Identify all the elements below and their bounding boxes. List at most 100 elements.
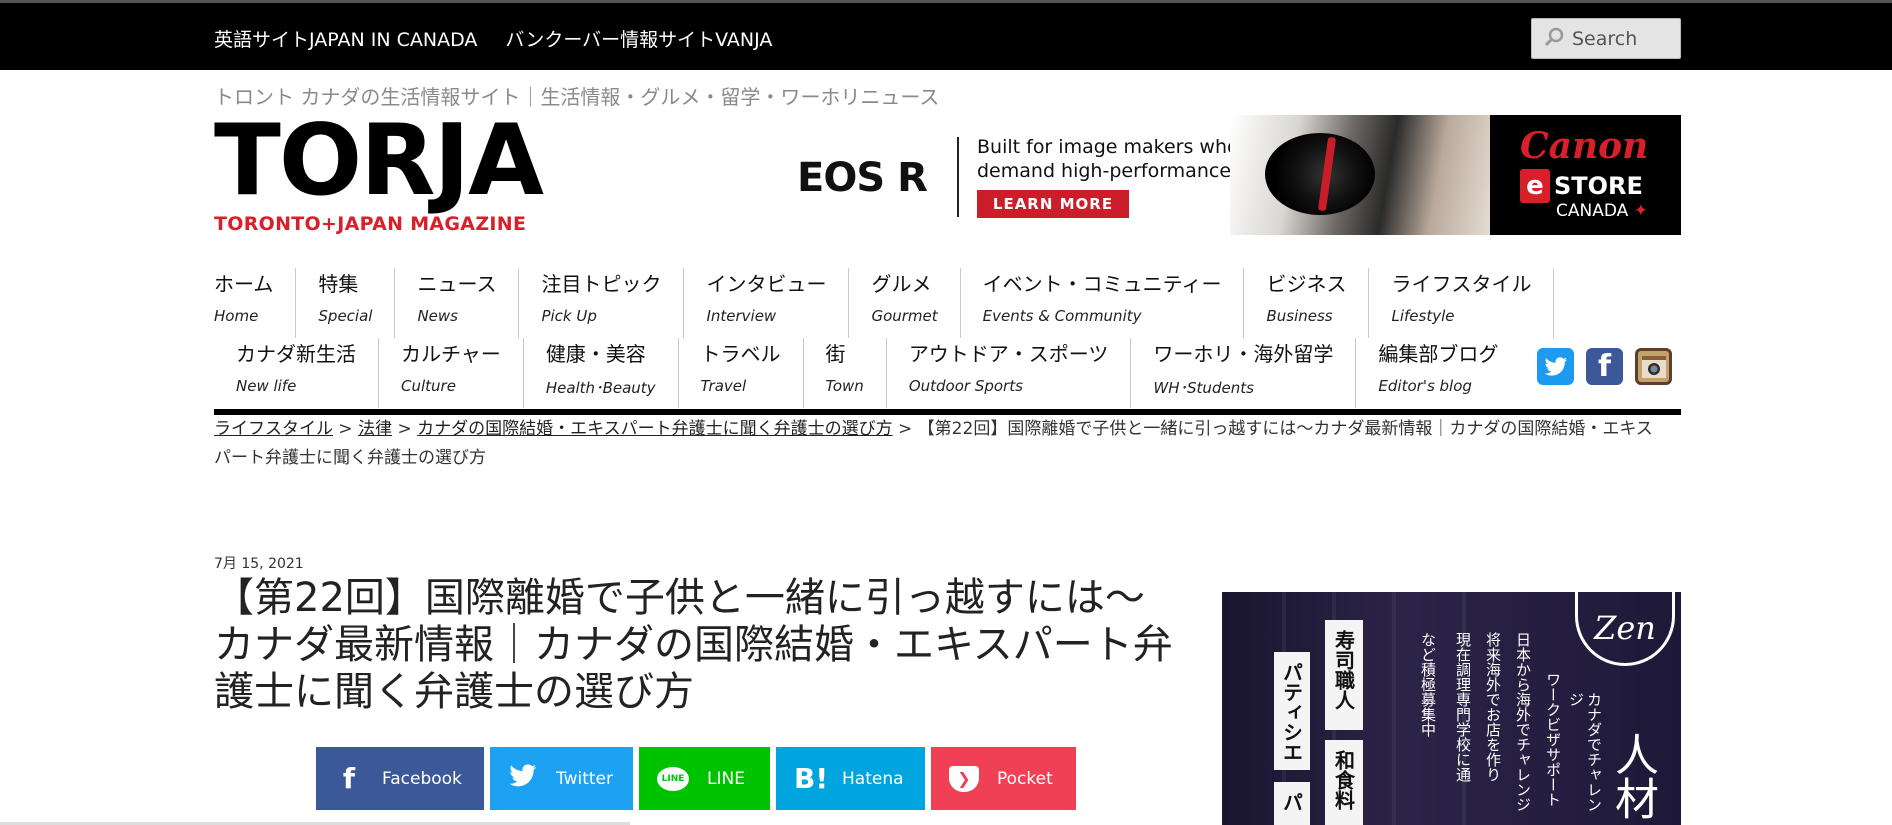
- nav-label-en: Special: [318, 307, 373, 325]
- estore-label: STORE: [1554, 172, 1643, 200]
- nav-item-pickup[interactable]: 注目トピック Pick Up: [519, 268, 685, 338]
- nav-item-business[interactable]: ビジネス Business: [1244, 268, 1370, 338]
- nav-item-outdoor-sports[interactable]: アウトドア・スポーツ Outdoor Sports: [887, 338, 1132, 408]
- nav-label-en: Outdoor Sports: [908, 377, 1023, 395]
- main-nav-row-2: カナダ新生活 New life カルチャー Culture 健康・美容 Health･…: [214, 338, 1681, 408]
- top-link-vanja[interactable]: バンクーバー情報サイトVANJA: [505, 25, 772, 52]
- ad-divider: [957, 137, 959, 217]
- nav-label-ja: 街: [825, 342, 846, 366]
- facebook-icon: f: [342, 762, 356, 795]
- breadcrumb-separator: >: [898, 419, 913, 439]
- nav-item-interview[interactable]: インタビュー Interview: [684, 268, 850, 338]
- learn-more-button[interactable]: LEARN MORE: [977, 190, 1129, 218]
- share-label: Twitter: [556, 768, 613, 789]
- canon-logo: Canon: [1520, 125, 1649, 167]
- ad-country-label: CANADA: [1556, 201, 1629, 221]
- share-line-button[interactable]: LINE LINE: [639, 747, 770, 810]
- ad-card: パ: [1274, 782, 1310, 825]
- zen-logo: Zen: [1575, 592, 1675, 666]
- nav-label-ja: インタビュー: [706, 272, 827, 296]
- ad-card: パティシエ: [1274, 652, 1310, 770]
- nav-item-health-beauty[interactable]: 健康・美容 Health･Beauty: [524, 338, 679, 408]
- social-links: f: [1537, 348, 1672, 385]
- nav-label-en: Business: [1266, 307, 1333, 325]
- nav-label-en: Town: [825, 377, 864, 395]
- ad-headline: 人材: [1607, 732, 1658, 820]
- nav-item-new-life[interactable]: カナダ新生活 New life: [214, 338, 379, 408]
- ad-tagline-vertical: ワークビザサポート: [1544, 672, 1562, 807]
- share-label: LINE: [707, 768, 745, 789]
- nav-label-en: Events & Community: [982, 307, 1142, 325]
- ad-card: 寿司職人: [1325, 620, 1363, 730]
- nav-label-ja: 特集: [318, 272, 359, 296]
- nav-label-en: WH･Students: [1153, 379, 1254, 397]
- nav-label-en: Lifestyle: [1391, 307, 1455, 325]
- search-box[interactable]: [1531, 18, 1681, 59]
- nav-label-en: Gourmet: [871, 307, 938, 325]
- share-facebook-button[interactable]: f Facebook: [316, 747, 484, 810]
- nav-item-news[interactable]: ニュース News: [395, 268, 520, 338]
- search-input[interactable]: [1572, 27, 1672, 50]
- ad-country: CANADA ✦: [1556, 201, 1648, 221]
- share-buttons: f Facebook Twitter LINE LINE B! Hatena ❯…: [316, 747, 1076, 810]
- breadcrumb: ライフスタイル > 法律 > カナダの国際結婚・エキスパート弁護士に聞く弁護士の…: [214, 415, 1664, 473]
- nav-item-culture[interactable]: カルチャー Culture: [379, 338, 524, 408]
- banner-ad[interactable]: EOS R Built for image makers who demand …: [785, 115, 1681, 235]
- ad-tagline-vertical: カナダでチャレンジ: [1567, 692, 1603, 812]
- nav-label-ja: アウトドア・スポーツ: [908, 342, 1109, 366]
- share-hatena-button[interactable]: B! Hatena: [776, 747, 925, 810]
- nav-item-wh-students[interactable]: ワーホリ・海外留学 WH･Students: [1131, 338, 1357, 408]
- search-icon: [1544, 27, 1564, 51]
- site-logo[interactable]: TORJA TORONTO+JAPAN MAGAZINE: [214, 104, 559, 235]
- nav-label-ja: カルチャー: [401, 342, 501, 366]
- instagram-icon[interactable]: [1635, 348, 1672, 385]
- nav-label-en: New life: [236, 377, 297, 395]
- share-label: Pocket: [997, 768, 1053, 789]
- nav-item-town[interactable]: 街 Town: [804, 338, 887, 408]
- ad-card: 和食料: [1325, 740, 1363, 825]
- nav-label-ja: ニュース: [417, 272, 497, 296]
- nav-item-travel[interactable]: トラベル Travel: [679, 338, 804, 408]
- facebook-icon[interactable]: f: [1586, 348, 1623, 385]
- share-twitter-button[interactable]: Twitter: [490, 747, 633, 810]
- nav-label-en: Editor's blog: [1378, 377, 1472, 395]
- twitter-icon[interactable]: [1537, 348, 1574, 385]
- nav-label-ja: カナダ新生活: [236, 342, 356, 366]
- breadcrumb-link-law[interactable]: 法律: [358, 419, 392, 439]
- ad-check-text: 将来海外でお店を作り: [1484, 632, 1502, 782]
- top-links: 英語サイトJAPAN IN CANADA バンクーバー情報サイトVANJA: [214, 25, 772, 52]
- logo-wordmark: TORJA: [214, 104, 544, 218]
- ad-product-name: EOS R: [797, 155, 928, 201]
- breadcrumb-link-lifestyle[interactable]: ライフスタイル: [214, 419, 333, 439]
- twitter-icon: [508, 762, 538, 795]
- nav-label-ja: グルメ: [871, 272, 932, 296]
- nav-label-ja: ライフスタイル: [1391, 272, 1532, 296]
- nav-item-editors-blog[interactable]: 編集部ブログ Editor's blog: [1356, 338, 1520, 408]
- nav-label-en: Health･Beauty: [545, 379, 656, 397]
- canon-store-panel: Canon e STORE CANADA ✦: [1490, 115, 1681, 235]
- breadcrumb-link-series[interactable]: カナダの国際結婚・エキスパート弁護士に聞く弁護士の選び方: [417, 419, 893, 439]
- nav-label-ja: 編集部ブログ: [1378, 342, 1499, 366]
- nav-item-events[interactable]: イベント・コミュニティー Events & Community: [961, 268, 1245, 338]
- nav-item-special[interactable]: 特集 Special: [296, 268, 396, 338]
- article-title: 【第22回】国際離婚で子供と一緒に引っ越すには～カナダ最新情報｜カナダの国際結婚…: [214, 575, 1173, 715]
- share-pocket-button[interactable]: ❯ Pocket: [931, 747, 1076, 810]
- nav-label-en: Culture: [401, 377, 456, 395]
- estore-logo: e STORE: [1520, 169, 1643, 203]
- top-link-japan-in-canada[interactable]: 英語サイトJAPAN IN CANADA: [214, 25, 477, 52]
- maple-leaf-icon: ✦: [1633, 201, 1648, 221]
- nav-item-home[interactable]: ホーム Home: [214, 268, 297, 338]
- top-bar: 英語サイトJAPAN IN CANADA バンクーバー情報サイトVANJA: [0, 0, 1892, 70]
- nav-label-ja: ワーホリ・海外留学: [1153, 342, 1334, 366]
- nav-label-ja: ホーム: [214, 272, 274, 296]
- share-label: Facebook: [382, 768, 462, 789]
- estore-badge: e: [1520, 169, 1550, 203]
- side-ad[interactable]: パティシエ 寿司職人 和食料 パ など積極募集中 現在調理専門学校に通 将来海外…: [1222, 592, 1681, 825]
- hatena-icon: B!: [794, 762, 829, 795]
- ad-check-text: 現在調理専門学校に通: [1454, 632, 1472, 782]
- ad-curtain: [1392, 592, 1396, 825]
- nav-item-gourmet[interactable]: グルメ Gourmet: [849, 268, 961, 338]
- nav-label-en: Home: [214, 307, 259, 325]
- ad-check-text: 日本から海外でチャレンジ: [1514, 632, 1532, 812]
- nav-item-lifestyle[interactable]: ライフスタイル Lifestyle: [1369, 268, 1555, 338]
